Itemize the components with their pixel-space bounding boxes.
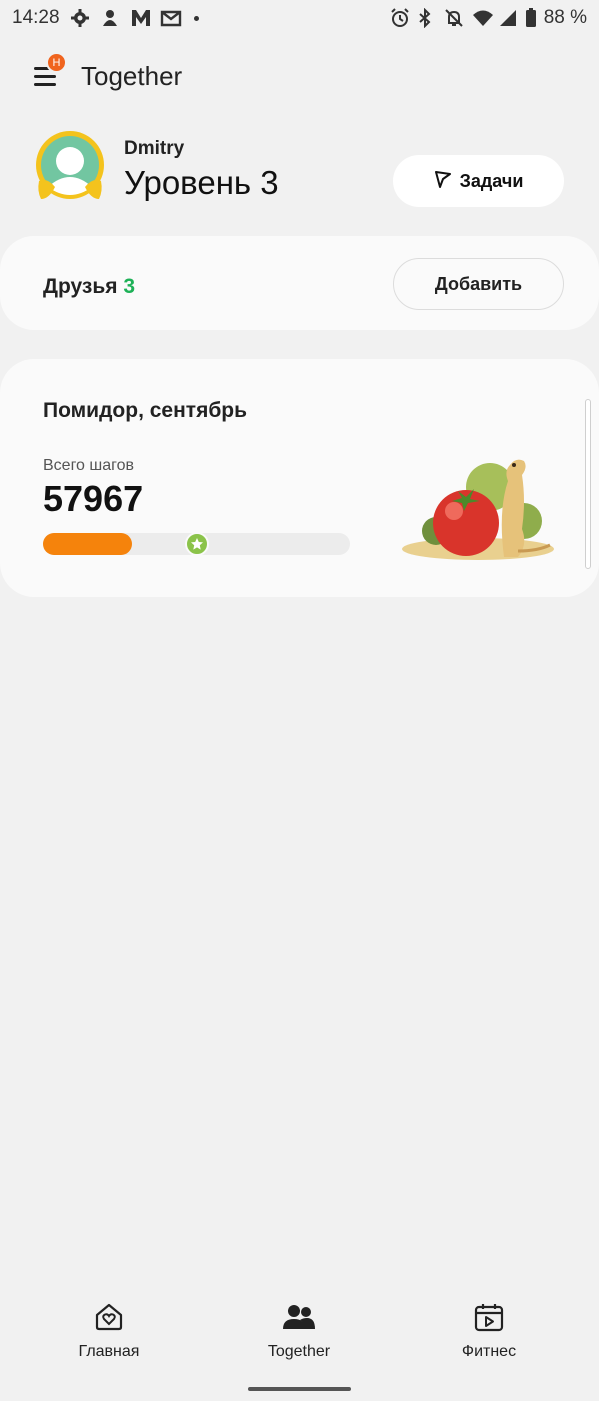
star-milestone-icon [185,532,209,556]
add-friend-button[interactable]: Добавить [393,258,564,310]
steps-label: Всего шагов [43,457,135,474]
battery-percent: 88 % [543,7,587,28]
together-screen: 14:28 88 % H Together Dmitry Уровень 3 З… [0,0,599,1401]
dot-icon [193,15,199,21]
steps-progress-bar [43,532,350,556]
steps-value: 57967 [43,478,144,519]
nav-item-together[interactable]: Together [219,1300,379,1370]
challenge-title: Помидор, сентябрь [43,399,248,422]
home-indicator[interactable] [248,1387,351,1391]
page-title: Together [81,61,183,91]
home-heart-icon [92,1300,126,1334]
progress-fill [43,533,132,555]
settings-icon [70,8,90,28]
alarm-icon [390,8,410,28]
nav-label-together: Together [267,1343,331,1360]
tasks-button[interactable]: Задачи [393,155,564,207]
battery-icon [525,8,537,28]
flag-icon [434,170,452,193]
signal-icon [498,8,518,28]
wifi-icon [471,8,493,28]
mascot-icon [100,8,120,28]
user-name: Dmitry [124,138,185,159]
avatar[interactable] [33,129,107,207]
status-time: 14:28 [12,7,60,28]
friends-title: Друзья [43,275,118,298]
nav-label-fitness: Фитнес [461,1343,517,1360]
nav-label-home: Главная [78,1343,140,1360]
m-app-icon [130,8,150,28]
user-level: Уровень 3 [124,164,279,201]
tasks-label: Задачи [459,170,524,191]
friends-label: Друзья 3 [43,275,135,299]
menu-button[interactable]: H [26,52,67,94]
scrollbar[interactable] [585,399,591,569]
nav-item-fitness[interactable]: Фитнес [409,1300,569,1370]
friends-card[interactable]: Друзья 3 Добавить [0,236,599,330]
app-bar: H Together [0,50,599,102]
gmail-icon [160,8,181,28]
notification-badge: H [46,52,67,73]
nav-item-home[interactable]: Главная [29,1300,189,1370]
bottom-navigation: Главная Together Фитнес [0,1300,599,1370]
challenge-card[interactable]: Помидор, сентябрь Всего шагов 57967 [0,359,599,597]
mute-icon [444,8,464,28]
status-bar: 14:28 88 % [0,0,599,36]
calendar-play-icon [472,1300,506,1334]
people-icon [282,1300,316,1334]
bluetooth-icon [417,7,437,29]
tomato-meerkat-illustration [400,451,558,563]
friends-count: 3 [123,275,136,298]
